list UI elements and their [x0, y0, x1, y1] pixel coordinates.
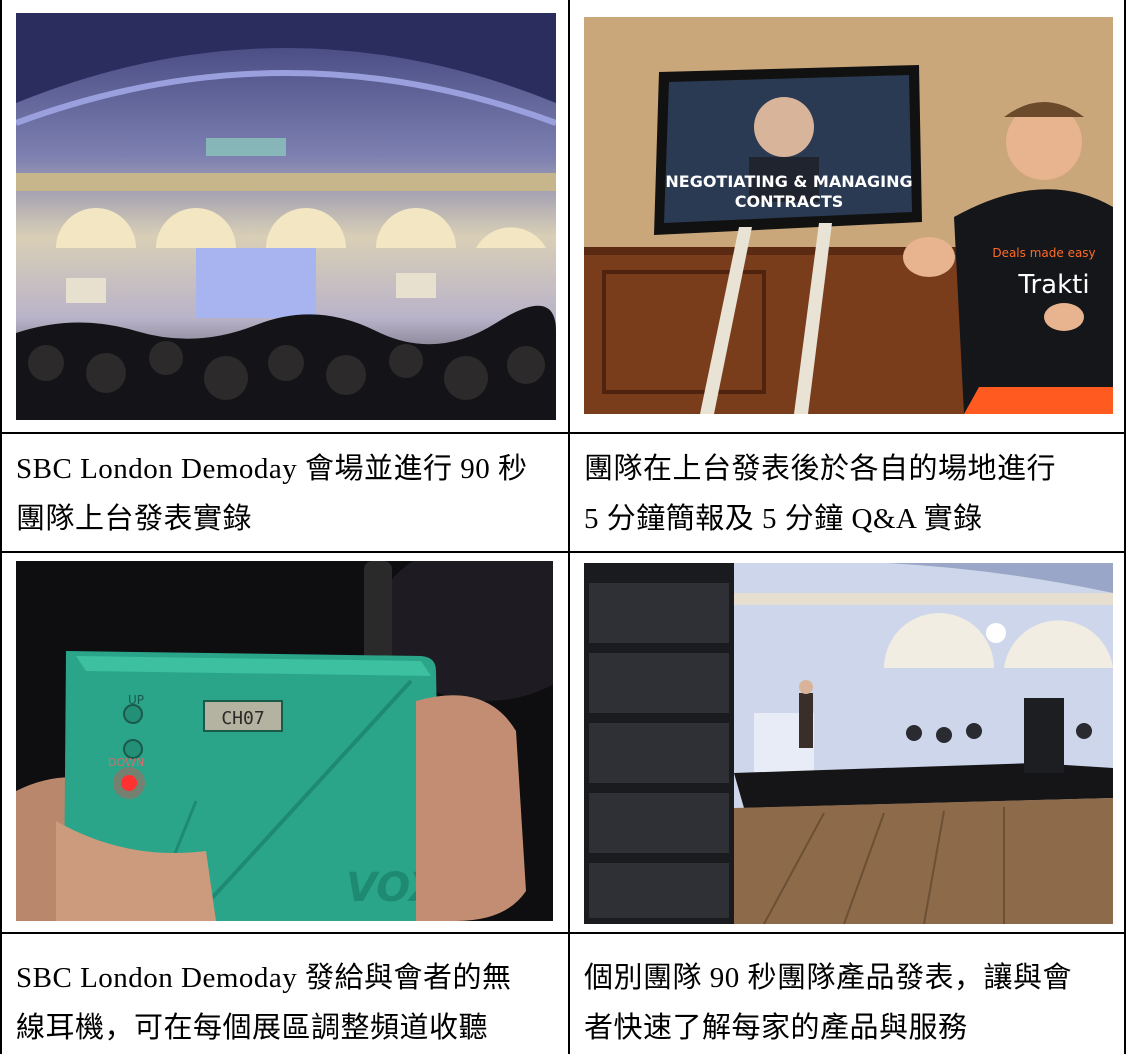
table-border-middle	[568, 0, 570, 1054]
table-border-left	[0, 0, 2, 1054]
caption-line: SBC London Demoday 發給與會者的無	[16, 962, 512, 994]
table-rule-2	[0, 551, 1126, 553]
caption-line: 者快速了解每家的產品與服務	[584, 1012, 968, 1044]
screen-text-line1: NEGOTIATING & MANAGING	[665, 172, 912, 191]
shirt-slogan: Deals made easy	[992, 246, 1095, 260]
caption-presenter: 團隊在上台發表後於各自的場地進行 5 分鐘簡報及 5 分鐘 Q&A 實錄	[584, 444, 1119, 544]
wireless-receiver-photo: UP DOWN CH07 VOX	[16, 561, 553, 921]
stage-and-speakers-photo	[584, 563, 1113, 924]
presenter-with-screen-photo: NEGOTIATING & MANAGING CONTRACTS Deals m…	[584, 17, 1113, 414]
table-rule-1	[0, 432, 1126, 434]
table-rule-3	[0, 932, 1126, 934]
device-down-label: DOWN	[108, 756, 144, 769]
conference-hall-photo	[16, 13, 556, 420]
caption-line: 個別團隊 90 秒團隊產品發表，讓與會	[584, 962, 1073, 994]
caption-stage: 個別團隊 90 秒團隊產品發表，讓與會 者快速了解每家的產品與服務	[584, 953, 1119, 1053]
caption-line: 團隊在上台發表後於各自的場地進行	[584, 453, 1057, 485]
caption-line: SBC London Demoday 會場並進行 90 秒	[16, 453, 528, 485]
shirt-brand: Trakti	[1017, 270, 1089, 300]
caption-line: 線耳機，可在每個展區調整頻道收聽	[16, 1012, 489, 1044]
device-channel-display: CH07	[221, 708, 264, 729]
caption-line: 5 分鐘簡報及 5 分鐘 Q&A 實錄	[584, 503, 983, 535]
caption-conference-hall: SBC London Demoday 會場並進行 90 秒 團隊上台發表實錄	[16, 444, 561, 544]
screen-text-line2: CONTRACTS	[735, 192, 844, 211]
caption-line: 團隊上台發表實錄	[16, 503, 253, 535]
photo-table: NEGOTIATING & MANAGING CONTRACTS Deals m…	[0, 0, 1126, 1054]
caption-wireless-receiver: SBC London Demoday 發給與會者的無 線耳機，可在每個展區調整頻…	[16, 953, 561, 1053]
